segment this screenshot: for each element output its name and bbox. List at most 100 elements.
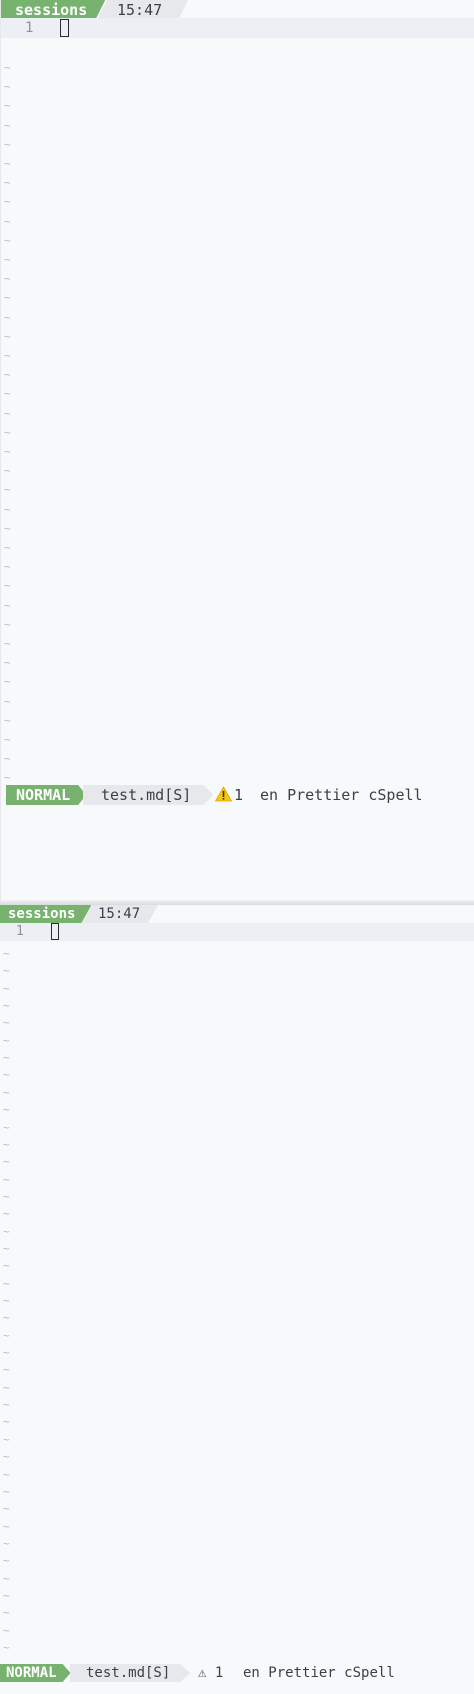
empty-line-tilde: ~ [3, 1155, 10, 1169]
empty-line-tilde: ~ [3, 1016, 10, 1030]
empty-line-tilde: ~ [3, 1294, 10, 1307]
tab-sessions[interactable]: sessions [1, 0, 105, 20]
empty-line-tilde: ~ [4, 675, 11, 689]
empty-line-tilde: ~ [3, 1571, 10, 1585]
line-number: 1 [25, 20, 34, 36]
spellcheck-indicator: cSpell [344, 1665, 395, 1681]
formatter-indicator: Prettier [268, 1665, 336, 1681]
warning-count: 1 [214, 1665, 224, 1681]
tabline: sessions 15:47 [0, 905, 474, 923]
empty-line-tilde: ~ [3, 1450, 10, 1464]
tabline-clock: 15:47 [97, 0, 188, 20]
empty-line-tilde: ~ [4, 598, 11, 612]
empty-line-tilde: ~ [4, 310, 11, 324]
empty-line-tilde: ~ [4, 406, 11, 420]
empty-line-tilde: ~ [3, 1103, 10, 1117]
empty-line-tilde: ~ [4, 291, 11, 305]
empty-line-tilde: ~ [3, 1259, 10, 1273]
empty-line-tilde: ~ [3, 1502, 10, 1516]
empty-line-tilde: ~ [3, 1588, 10, 1602]
language-indicator: en [243, 1665, 260, 1681]
empty-line-tilde: ~ [3, 1363, 10, 1377]
empty-line-tilde: ~ [4, 253, 11, 266]
empty-line-tilde: ~ [4, 137, 11, 151]
empty-line-tilde: ~ [3, 1641, 10, 1654]
status-right: en Prettier cSpell [243, 1664, 395, 1682]
empty-line-tilde: ~ [4, 195, 11, 209]
empty-line-tilde: ~ [3, 1137, 10, 1151]
empty-line-tilde: ~ [3, 1519, 10, 1533]
empty-line-tilde: ~ [4, 541, 11, 554]
empty-line-tilde: ~ [4, 752, 11, 766]
empty-line-tilde: ~ [3, 1606, 10, 1620]
empty-line-tilde: ~ [3, 1467, 10, 1481]
empty-line-tilde: ~ [3, 1241, 10, 1255]
file-name[interactable]: test.md[S] [70, 1664, 190, 1682]
current-line-highlight [0, 923, 474, 941]
empty-line-tilde: ~ [3, 1623, 10, 1637]
warning-count: 1 [234, 786, 244, 804]
empty-line-tilde: ~ [3, 1484, 10, 1498]
mode-indicator: NORMAL [6, 785, 86, 805]
empty-line-tilde: ~ [4, 387, 11, 401]
empty-line-tilde: ~ [4, 771, 11, 785]
editor-pane-bottom[interactable]: sessions 15:47 1 ~ ~ ~ ~ ~ ~ ~ ~ ~ ~ ~ ~ ~ ~ ~ ~ ~ ~ ~ ~ ~ ~ ~… [0, 905, 474, 1694]
empty-line-tilde: ~ [4, 617, 11, 631]
empty-line-tilde: ~ [3, 999, 10, 1013]
mode-indicator: NORMAL [0, 1664, 71, 1682]
tab-sessions[interactable]: sessions [0, 905, 91, 923]
empty-line-tilde: ~ [4, 733, 11, 746]
empty-line-tilde: ~ [3, 1224, 10, 1238]
empty-line-tilde: ~ [4, 233, 11, 247]
block-cursor [51, 923, 59, 940]
file-name[interactable]: test.md[S] [83, 785, 213, 805]
empty-line-tilde: ~ [4, 368, 11, 382]
tabline: sessions 15:47 [1, 0, 474, 20]
warning-icon: ⚠ [198, 1665, 207, 1681]
empty-line-tilde: ~ [3, 1398, 10, 1412]
diagnostics-warning[interactable]: 1 [215, 785, 243, 805]
status-right: en Prettier cSpell [260, 785, 423, 805]
warning-icon [215, 786, 232, 802]
empty-line-tilde: ~ [3, 1051, 10, 1065]
line-number: 1 [16, 924, 24, 939]
empty-line-tilde: ~ [4, 483, 11, 497]
language-indicator: en [260, 786, 279, 804]
empty-line-tilde: ~ [4, 80, 11, 94]
empty-line-tilde: ~ [3, 964, 10, 978]
empty-line-tilde: ~ [4, 579, 11, 593]
empty-line-tilde: ~ [4, 464, 11, 478]
formatter-indicator: Prettier [287, 786, 360, 804]
empty-line-tilde: ~ [3, 981, 10, 995]
diagnostics-warning[interactable]: ⚠ 1 [198, 1664, 223, 1682]
empty-line-tilde: ~ [3, 1328, 10, 1342]
editor-pane-top[interactable]: sessions 15:47 1 ~ ~ ~ ~ ~ ~ ~ ~ ~ ~ ~ ~ ~ ~ ~ ~ ~ ~ ~ ~ ~ ~ ~… [0, 0, 474, 900]
current-line-highlight [1, 18, 474, 38]
empty-line-tilde: ~ [4, 694, 11, 708]
empty-line-tilde: ~ [4, 349, 11, 362]
empty-line-tilde: ~ [3, 947, 10, 960]
empty-line-tilde: ~ [4, 560, 11, 574]
empty-line-tilde: ~ [3, 1120, 10, 1134]
spellcheck-indicator: cSpell [368, 786, 423, 804]
empty-line-tilde: ~ [3, 1189, 10, 1203]
empty-line-tilde: ~ [3, 1033, 10, 1047]
empty-line-tilde: ~ [4, 445, 11, 458]
empty-line-tilde: ~ [3, 1085, 10, 1099]
statusline: NORMAL test.md[S] ⚠ 1 en Prettier cSpell [0, 1664, 474, 1682]
empty-line-tilde: ~ [4, 118, 11, 132]
empty-line-tilde: ~ [3, 1346, 10, 1360]
empty-line-tilde: ~ [4, 272, 11, 286]
empty-line-tilde: ~ [4, 61, 11, 74]
empty-line-tilde: ~ [4, 157, 11, 170]
empty-line-tilde: ~ [4, 656, 11, 670]
empty-line-tilde: ~ [3, 1380, 10, 1394]
empty-line-tilde: ~ [3, 1172, 10, 1186]
empty-line-tilde: ~ [3, 1432, 10, 1446]
empty-line-tilde: ~ [3, 1536, 10, 1550]
empty-line-tilde: ~ [4, 502, 11, 516]
empty-line-tilde: ~ [3, 1068, 10, 1082]
empty-line-tilde: ~ [3, 1207, 10, 1221]
empty-line-tilde: ~ [4, 214, 11, 228]
empty-line-tilde: ~ [4, 425, 11, 439]
